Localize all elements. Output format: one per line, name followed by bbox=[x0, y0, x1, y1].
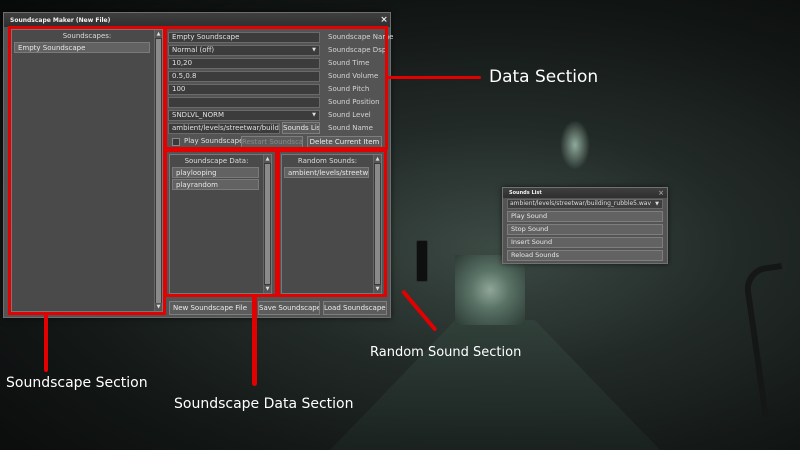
save-soundscapes-button[interactable]: Save Soundscapes bbox=[258, 301, 320, 315]
chevron-down-icon: ▼ bbox=[655, 201, 659, 207]
close-icon[interactable]: × bbox=[655, 189, 667, 197]
soundscape-section-label: Soundscape Section bbox=[6, 375, 148, 391]
random-sound-section-label: Random Sound Section bbox=[370, 345, 522, 360]
play-sound-button[interactable]: Play Sound bbox=[507, 211, 663, 222]
soundscape-data-section-label: Soundscape Data Section bbox=[174, 396, 354, 412]
ceiling-light bbox=[560, 120, 590, 170]
data-section-outline bbox=[164, 26, 388, 150]
load-soundscapes-button[interactable]: Load Soundscapes bbox=[323, 301, 387, 315]
data-section-pointer bbox=[386, 76, 481, 79]
soundscape-data-section-outline bbox=[164, 149, 278, 297]
popup-title: Sounds List bbox=[509, 190, 542, 196]
soundscape-section-outline bbox=[8, 26, 166, 315]
wall-fixture bbox=[416, 240, 428, 282]
data-section-label: Data Section bbox=[489, 67, 599, 87]
window-title: Soundscape Maker (New File) bbox=[10, 16, 111, 24]
insert-sound-button[interactable]: Insert Sound bbox=[507, 237, 663, 248]
window-titlebar[interactable]: Soundscape Maker (New File) × bbox=[4, 13, 390, 27]
selected-sound-file: ambient/levels/streetwar/building_rubble… bbox=[510, 200, 652, 207]
close-icon[interactable]: × bbox=[378, 15, 390, 25]
corridor-light bbox=[455, 255, 525, 325]
sounds-list-popup: Sounds List × ambient/levels/streetwar/b… bbox=[502, 187, 668, 264]
random-sound-section-outline bbox=[277, 149, 387, 297]
popup-titlebar[interactable]: Sounds List × bbox=[503, 188, 667, 198]
soundscape-data-section-pointer bbox=[252, 296, 257, 386]
soundscape-section-pointer bbox=[44, 314, 48, 372]
new-soundscape-file-button[interactable]: New Soundscape File bbox=[169, 301, 253, 315]
reload-sounds-button[interactable]: Reload Sounds bbox=[507, 250, 663, 261]
stop-sound-button[interactable]: Stop Sound bbox=[507, 224, 663, 235]
corridor-floor bbox=[330, 320, 660, 450]
stair-railing bbox=[741, 262, 800, 418]
sound-file-dropdown[interactable]: ambient/levels/streetwar/building_rubble… bbox=[507, 199, 663, 209]
